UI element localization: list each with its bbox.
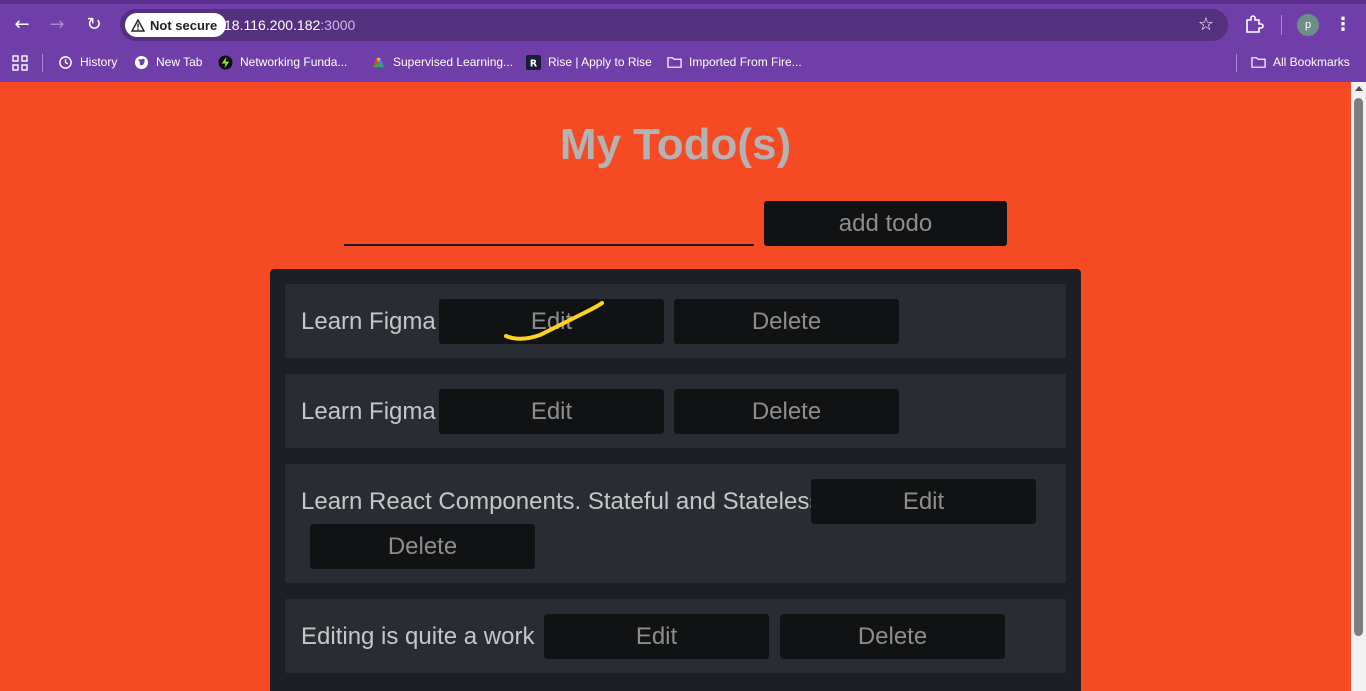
bookmark-imported-folder[interactable]: Imported From Fire... <box>667 50 802 74</box>
bookmark-label: Rise | Apply to Rise <box>548 55 652 69</box>
todo-item: Editing is quite a work Edit Delete <box>285 599 1066 673</box>
bolt-icon <box>218 54 233 70</box>
forward-arrow-icon[interactable]: → <box>45 13 69 37</box>
todo-text: Editing is quite a work <box>301 623 535 650</box>
bookmarks-divider-right <box>1236 54 1237 72</box>
back-arrow-icon[interactable]: ← <box>10 13 34 37</box>
bookmark-supervised-learning[interactable]: Supervised Learning... <box>371 50 513 74</box>
bookmark-label: Networking Funda... <box>240 55 348 69</box>
folder-icon <box>1251 56 1266 68</box>
url-text[interactable]: 18.116.200.182:3000 <box>224 17 355 33</box>
url-port: :3000 <box>320 17 356 33</box>
bookmark-history[interactable]: History <box>58 50 117 74</box>
delete-button[interactable]: Delete <box>674 299 899 344</box>
profile-avatar[interactable]: p <box>1297 14 1319 36</box>
address-bar[interactable]: Not secure 18.116.200.182:3000 ☆ <box>120 9 1228 41</box>
bookmark-new-tab[interactable]: New Tab <box>134 50 202 74</box>
toolbar-divider <box>1281 15 1282 35</box>
todo-text: Learn Figma <box>301 398 436 425</box>
warning-triangle-icon <box>131 18 145 32</box>
todo-input[interactable] <box>344 200 754 246</box>
page-scrollbar[interactable] <box>1351 82 1366 691</box>
scroll-thumb[interactable] <box>1354 98 1363 636</box>
rise-logo-icon: R <box>526 54 541 70</box>
edit-button[interactable]: Edit <box>439 299 664 344</box>
history-icon <box>59 55 72 69</box>
edit-button[interactable]: Edit <box>811 479 1036 524</box>
bookmarks-divider <box>42 54 43 72</box>
delete-button[interactable]: Delete <box>780 614 1005 659</box>
url-host: 18.116.200.182 <box>224 17 321 33</box>
folder-icon <box>667 56 682 68</box>
menu-kebab-icon[interactable]: ⋮ <box>1334 13 1352 37</box>
browser-toolbar: ← → ↻ Not secure 18.116.200.182:3000 ☆ p… <box>0 0 1366 50</box>
extensions-puzzle-icon[interactable] <box>1244 14 1264 34</box>
svg-text:R: R <box>530 58 538 69</box>
all-bookmarks-folder[interactable]: All Bookmarks <box>1251 50 1350 74</box>
bookmark-label: New Tab <box>156 55 203 69</box>
todo-item: Learn Figma Edit Delete <box>285 284 1066 358</box>
all-bookmarks-label: All Bookmarks <box>1273 55 1350 69</box>
globe-icon <box>134 55 149 69</box>
edit-button[interactable]: Edit <box>439 389 664 434</box>
add-todo-button[interactable]: add todo <box>764 201 1007 246</box>
bookmark-label: Imported From Fire... <box>689 55 802 69</box>
todo-list: Learn Figma Edit Delete Learn Figma Edit… <box>270 269 1081 691</box>
bookmark-star-icon[interactable]: ☆ <box>1198 14 1214 35</box>
apps-grid-icon[interactable] <box>12 55 28 71</box>
todo-text: Learn React Components. Stateful and Sta… <box>301 488 822 515</box>
bookmark-networking[interactable]: Networking Funda... <box>218 50 347 74</box>
todo-text: Learn Figma <box>301 308 436 335</box>
bookmarks-bar: History New Tab Networking Funda... Supe… <box>0 50 1366 82</box>
bookmark-label: History <box>80 55 118 69</box>
security-label: Not secure <box>150 17 218 33</box>
todo-item: Learn React Components. Stateful and Sta… <box>285 464 1066 583</box>
delete-button[interactable]: Delete <box>310 524 535 569</box>
tab-strip <box>0 0 1366 4</box>
delete-button[interactable]: Delete <box>674 389 899 434</box>
colorful-logo-icon <box>372 57 385 67</box>
reload-icon[interactable]: ↻ <box>82 13 106 37</box>
security-chip[interactable]: Not secure <box>125 13 227 37</box>
bookmark-label: Supervised Learning... <box>393 55 514 69</box>
edit-button[interactable]: Edit <box>544 614 769 659</box>
todo-item: Learn Figma Edit Delete <box>285 374 1066 448</box>
page-title: My Todo(s) <box>559 120 792 169</box>
scroll-up-arrow-icon[interactable] <box>1355 86 1363 91</box>
bookmark-rise[interactable]: R Rise | Apply to Rise <box>526 50 652 74</box>
